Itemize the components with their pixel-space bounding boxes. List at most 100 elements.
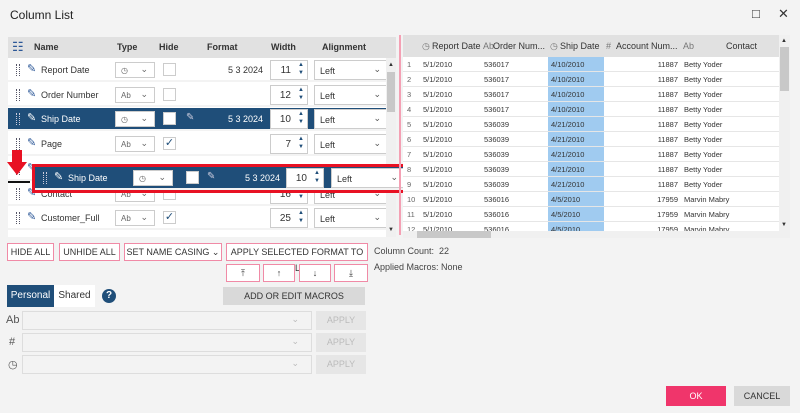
drag-handle-icon[interactable] [16,138,20,151]
apply-number-macro-button[interactable]: APPLY [316,333,366,352]
header-width: Width [271,42,296,52]
preview-column-header[interactable]: Account Num... [616,41,678,51]
hide-checkbox[interactable]: ✓ [163,211,176,225]
cancel-button[interactable]: CANCEL [734,386,790,406]
preview-horizontal-scrollbar[interactable] [403,231,790,238]
column-row[interactable]: ✎ Ship Date ◷ ⌄ ✎ 5 3 2024 10 ▲ ▼ Left ⌄ [8,108,388,132]
type-select[interactable]: ◷ ⌄ [133,170,173,186]
preview-cell: Betty Yoder [684,165,723,174]
apply-date-macro-button[interactable]: APPLY [316,355,366,374]
apply-text-macro-button[interactable]: APPLY [316,311,366,330]
tab-shared[interactable]: Shared [54,285,95,307]
hide-checkbox[interactable]: ✓ [163,137,176,151]
column-row[interactable]: ✎ Report Date ◷ ⌄ 5 3 2024 11 ▲ ▼ Left ⌄ [8,59,388,82]
preview-cell: 5/1/2010 [423,60,453,69]
width-stepper[interactable]: 25 ▲ ▼ [270,208,308,229]
maximize-button[interactable]: □ [752,6,760,21]
preview-vertical-scrollbar[interactable]: ▲ ▼ [779,35,790,231]
drag-handle-icon[interactable] [16,187,20,200]
drag-handle-icon[interactable] [16,88,20,101]
type-select[interactable]: ◷ ⌄ [115,62,155,78]
hide-checkbox[interactable] [186,171,199,184]
type-select[interactable]: Ab ⌄ [115,86,155,103]
alignment-select[interactable]: Left ⌄ [314,109,388,130]
preview-cell: 536017 [484,105,510,114]
format-value: 5 3 2024 [227,65,263,75]
preview-cell: 5/1/2010 [423,195,453,204]
column-row[interactable]: ✎ Customer_Full Ab ⌄ ✓ 25 ▲ ▼ Left ⌄ [8,207,388,231]
column-settings-icon[interactable]: ☷ [12,39,24,55]
hide-checkbox[interactable] [163,63,176,76]
ok-button[interactable]: OK [666,386,726,406]
text-macro-select[interactable]: ⌄ [22,311,312,330]
rename-pencil-icon[interactable]: ✎ [27,136,36,149]
alignment-select[interactable]: Left ⌄ [314,84,388,105]
preview-column-header[interactable]: Order Num... [493,41,545,51]
alignment-select[interactable]: Left ⌄ [331,168,405,188]
dragging-row[interactable]: ✎ Ship Date ◷ ⌄ ✎ 5 3 2024 10 ▲ ▼ Left ⌄ [32,164,408,193]
preview-cell: Betty Yoder [684,180,723,189]
type-select[interactable]: Ab ⌄ [115,136,155,153]
column-list-panel: ☷ Name Type Hide Format Width Alignment … [8,37,396,237]
width-stepper[interactable]: 7 ▲ ▼ [270,134,308,155]
preview-cell: 536016 [484,210,510,219]
row-number: 8 [407,165,412,174]
apply-format-to-all-button[interactable]: APPLY SELECTED FORMAT TO ALL [226,243,368,273]
rename-pencil-icon[interactable]: ✎ [54,170,63,183]
move-down-button[interactable]: ↓ [299,264,331,282]
column-name: Contact [41,188,73,199]
column-name: Ship Date [41,114,81,125]
column-list-scrollbar[interactable]: ▲ ▼ [386,58,396,237]
drag-handle-icon[interactable] [16,64,20,76]
tab-personal[interactable]: Personal [7,285,54,307]
help-icon[interactable]: ? [102,289,116,303]
drag-handle-icon[interactable] [43,172,47,184]
width-stepper[interactable]: 10 ▲ ▼ [286,168,324,188]
rename-pencil-icon[interactable]: ✎ [27,62,36,75]
column-row[interactable]: ✎ Order Number Ab ⌄ 12 ▲ ▼ Left ⌄ [8,83,388,107]
drag-handle-icon[interactable] [16,212,20,225]
preview-row: 4 5/1/2010 536017 4/10/2010 11887 Betty Yoder… [403,102,786,117]
alignment-select[interactable]: Left ⌄ [314,60,388,80]
width-stepper[interactable]: 11 ▲ ▼ [270,60,308,80]
rename-pencil-icon[interactable]: ✎ [27,210,36,223]
type-select[interactable]: Ab ⌄ [115,210,155,227]
column-row[interactable]: ✎ Page Ab ⌄ ✓ 7 ▲ ▼ Left ⌄ [8,133,388,157]
type-select[interactable]: ◷ ⌄ [115,111,155,128]
column-count: Column Count: 22 [374,246,450,256]
rename-pencil-icon[interactable]: ✎ [27,111,36,124]
preview-column-header[interactable]: Ship Date [560,41,600,51]
preview-cell: Marvin Mabry [684,210,730,219]
set-name-casing-button[interactable]: SET NAME CASING ⌄ [124,243,222,261]
unhide-all-button[interactable]: UNHIDE ALL [59,243,120,261]
date-macro-icon: ◷ [8,359,18,371]
add-edit-macros-button[interactable]: ADD OR EDIT MACROS [223,287,365,305]
hide-checkbox[interactable] [163,112,176,126]
number-macro-select[interactable]: ⌄ [22,333,312,352]
move-up-button[interactable]: ↑ [263,264,295,282]
preview-column-header[interactable]: Contact [726,41,757,51]
date-macro-select[interactable]: ⌄ [22,355,312,374]
drag-handle-icon[interactable] [16,113,20,126]
hide-all-button[interactable]: HIDE ALL [7,243,54,261]
preview-header: ◷ Report Date Ab Order Num... ◷ Ship Date # Acc… [403,35,786,57]
preview-column-header[interactable]: Report Date [432,41,481,51]
format-value: 5 3 2024 [227,114,263,125]
preview-cell: Marvin Mabry [684,195,730,204]
preview-cell: 11887 [657,90,678,99]
alignment-select[interactable]: Left ⌄ [314,134,388,155]
close-button[interactable]: ✕ [778,6,789,22]
preview-grid: ◷ Report Date Ab Order Num... ◷ Ship Date # Acc… [403,35,790,238]
move-top-button[interactable]: ⤒ [226,264,260,282]
preview-row: 9 5/1/2010 536039 4/21/2010 11887 Betty Yoder… [403,177,786,192]
preview-row: 5 5/1/2010 536039 4/21/2010 11887 Betty Yoder… [403,117,786,132]
width-stepper[interactable]: 12 ▲ ▼ [270,84,308,105]
format-pencil-icon[interactable]: ✎ [186,112,194,123]
format-pencil-icon[interactable]: ✎ [207,171,215,182]
width-stepper[interactable]: 10 ▲ ▼ [270,109,308,130]
rename-pencil-icon[interactable]: ✎ [27,87,36,100]
alignment-select[interactable]: Left ⌄ [314,208,388,229]
move-bottom-button[interactable]: ⤓ [334,264,368,282]
hide-checkbox[interactable] [163,87,176,101]
preview-cell: 11887 [657,165,678,174]
